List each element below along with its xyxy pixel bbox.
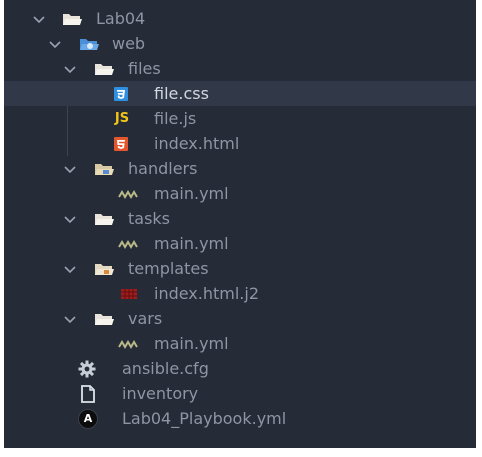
- tree-item-label: index.html: [154, 134, 240, 153]
- tree-item-handlers-main-yml[interactable]: main.yml: [4, 181, 476, 206]
- tree-item-label: tasks: [128, 209, 171, 228]
- gear-icon: [77, 360, 97, 377]
- ansible-icon: A: [78, 408, 98, 429]
- file-icon: [78, 384, 98, 403]
- chevron-down-icon[interactable]: [63, 212, 77, 226]
- tree-item-tasks-folder[interactable]: tasks: [4, 206, 476, 231]
- folder-open-icon: [94, 211, 114, 227]
- tree-item-handlers-folder[interactable]: handlers: [4, 156, 476, 181]
- yaml-icon: [118, 336, 138, 352]
- chevron-down-icon[interactable]: [63, 312, 77, 326]
- js-icon-text: JS: [114, 111, 130, 126]
- css3-icon: [111, 86, 131, 102]
- yaml-icon: [118, 186, 138, 202]
- tree-item-index-html[interactable]: index.html: [4, 131, 476, 156]
- tree-item-label: files: [128, 59, 161, 78]
- tree-item-label: vars: [128, 309, 163, 328]
- tree-item-label: file.js: [154, 109, 197, 128]
- folder-open-web-icon: [79, 36, 99, 52]
- folder-open-templates-icon: [94, 261, 114, 277]
- tree-item-label: main.yml: [154, 184, 229, 203]
- tree-item-label: handlers: [128, 159, 198, 178]
- chevron-down-icon[interactable]: [63, 162, 77, 176]
- folder-open-handlers-icon: [94, 161, 114, 177]
- tree-item-templates-folder[interactable]: templates: [4, 256, 476, 281]
- jinja-icon: [119, 286, 139, 302]
- folder-open-icon: [62, 11, 82, 27]
- tree-item-label: main.yml: [154, 334, 229, 353]
- ansible-icon-text: A: [83, 412, 93, 425]
- tree-item-lab04-folder[interactable]: Lab04: [4, 6, 476, 31]
- tree-item-label: web: [112, 34, 146, 53]
- chevron-down-icon[interactable]: [48, 37, 62, 51]
- chevron-down-icon[interactable]: [32, 12, 46, 26]
- tree-item-ansible-cfg[interactable]: ansible.cfg: [4, 356, 476, 381]
- tree-item-label: Lab04: [96, 9, 146, 28]
- chevron-down-icon[interactable]: [63, 62, 77, 76]
- file-explorer-tree: Lab04 web files file.css JS file.js inde…: [4, 0, 476, 448]
- folder-open-icon: [94, 61, 114, 77]
- tree-item-index-html-j2[interactable]: index.html.j2: [4, 281, 476, 306]
- tree-item-inventory[interactable]: inventory: [4, 381, 476, 406]
- folder-open-icon: [94, 311, 114, 327]
- tree-item-web-folder[interactable]: web: [4, 31, 476, 56]
- tree-item-label: main.yml: [154, 234, 229, 253]
- tree-item-label: ansible.cfg: [122, 359, 209, 378]
- tree-item-label: Lab04_Playbook.yml: [122, 409, 287, 428]
- tree-item-vars-main-yml[interactable]: main.yml: [4, 331, 476, 356]
- chevron-down-icon[interactable]: [63, 262, 77, 276]
- tree-item-vars-folder[interactable]: vars: [4, 306, 476, 331]
- tree-item-label: inventory: [122, 384, 199, 403]
- tree-item-file-css[interactable]: file.css: [4, 81, 476, 106]
- tree-item-files-folder[interactable]: files: [4, 56, 476, 81]
- tree-item-label: file.css: [154, 84, 209, 103]
- html5-icon: [111, 136, 131, 152]
- js-icon: JS: [109, 111, 135, 127]
- tree-item-label: index.html.j2: [154, 284, 260, 303]
- tree-item-file-js[interactable]: JS file.js: [4, 106, 476, 131]
- tree-item-label: templates: [128, 259, 209, 278]
- yaml-icon: [118, 236, 138, 252]
- tree-item-tasks-main-yml[interactable]: main.yml: [4, 231, 476, 256]
- tree-item-lab04-playbook-yml[interactable]: A Lab04_Playbook.yml: [4, 406, 476, 431]
